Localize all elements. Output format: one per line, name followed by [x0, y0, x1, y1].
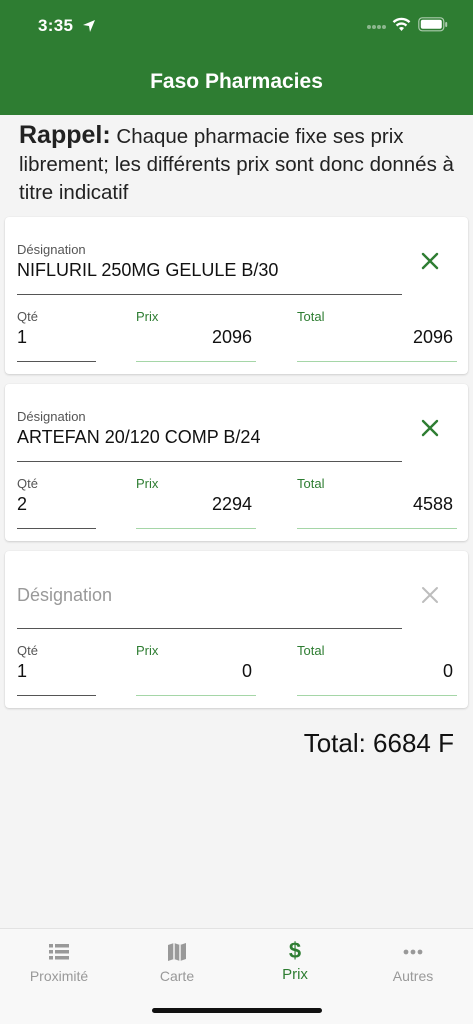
- price-underline: [136, 528, 256, 529]
- qty-input[interactable]: 1: [17, 327, 27, 348]
- qty-input[interactable]: 1: [17, 661, 27, 682]
- medicine-card: Désignation NIFLURIL 250MG GELULE B/30 Q…: [5, 217, 468, 374]
- notice-heading: Rappel:: [19, 121, 111, 149]
- qty-underline: [17, 528, 96, 529]
- remove-item-icon[interactable]: [419, 417, 441, 439]
- cellular-signal-icon: [367, 25, 386, 29]
- qty-input[interactable]: 2: [17, 494, 27, 515]
- price-input[interactable]: 2096: [136, 327, 252, 348]
- page-title: Faso Pharmacies: [150, 70, 323, 93]
- remove-item-icon[interactable]: [419, 250, 441, 272]
- price-label: Prix: [136, 476, 159, 491]
- medicine-card: Désignation ARTEFAN 20/120 COMP B/24 Qté…: [5, 384, 468, 541]
- tab-label: Carte: [159, 968, 195, 984]
- home-indicator[interactable]: [152, 1008, 322, 1013]
- qty-underline: [17, 695, 96, 696]
- tab-carte[interactable]: Carte: [118, 929, 236, 999]
- qty-label: Qté: [17, 643, 38, 658]
- tab-proximite[interactable]: Proximité: [0, 929, 118, 999]
- price-label: Prix: [136, 643, 159, 658]
- price-input[interactable]: 2294: [136, 494, 252, 515]
- tab-label: Autres: [392, 968, 434, 984]
- qty-label: Qté: [17, 476, 38, 491]
- designation-input[interactable]: NIFLURIL 250MG GELULE B/30: [17, 260, 278, 281]
- designation-input[interactable]: Désignation: [17, 585, 112, 606]
- designation-input[interactable]: ARTEFAN 20/120 COMP B/24: [17, 427, 260, 448]
- location-arrow-icon: [83, 20, 95, 32]
- app-header: 3:35 Faso Pharmacies: [0, 0, 473, 115]
- grand-total: Total: 6684 F: [303, 728, 454, 758]
- price-notice: Rappel: Chaque pharmacie fixe ses prix l…: [19, 121, 459, 207]
- status-time: 3:35: [38, 16, 74, 35]
- total-label: Total: [297, 643, 325, 658]
- price-label: Prix: [136, 309, 159, 324]
- designation-label: Désignation: [17, 242, 86, 257]
- designation-underline: [17, 294, 402, 295]
- tab-autres[interactable]: Autres: [354, 929, 472, 999]
- designation-underline: [17, 628, 402, 629]
- total-underline: [297, 695, 457, 696]
- list-icon: [49, 944, 69, 960]
- total-value: 2096: [412, 327, 453, 347]
- qty-label: Qté: [17, 309, 38, 324]
- price-input[interactable]: 0: [136, 661, 252, 682]
- tab-label: Proximité: [29, 968, 89, 984]
- remove-item-icon[interactable]: [419, 584, 441, 606]
- total-underline: [297, 528, 457, 529]
- qty-underline: [17, 361, 96, 362]
- total-label: Total: [297, 476, 325, 491]
- total-underline: [297, 361, 457, 362]
- designation-underline: [17, 461, 402, 462]
- price-underline: [136, 695, 256, 696]
- more-icon: [403, 949, 423, 955]
- price-underline: [136, 361, 256, 362]
- medicine-card: Désignation Qté 1 Prix 0 Total 0: [5, 551, 468, 708]
- dollar-icon: $: [288, 938, 302, 963]
- wifi-icon: [392, 17, 411, 31]
- status-bar: 3:35: [0, 14, 473, 40]
- battery-icon: [418, 17, 448, 32]
- tab-prix[interactable]: $ Prix: [236, 929, 354, 999]
- total-value: 4588: [412, 494, 453, 514]
- designation-label: Désignation: [17, 409, 86, 424]
- tab-label: Prix: [282, 966, 308, 983]
- total-label: Total: [297, 309, 325, 324]
- map-icon: [168, 943, 186, 961]
- total-value: 0: [442, 661, 453, 681]
